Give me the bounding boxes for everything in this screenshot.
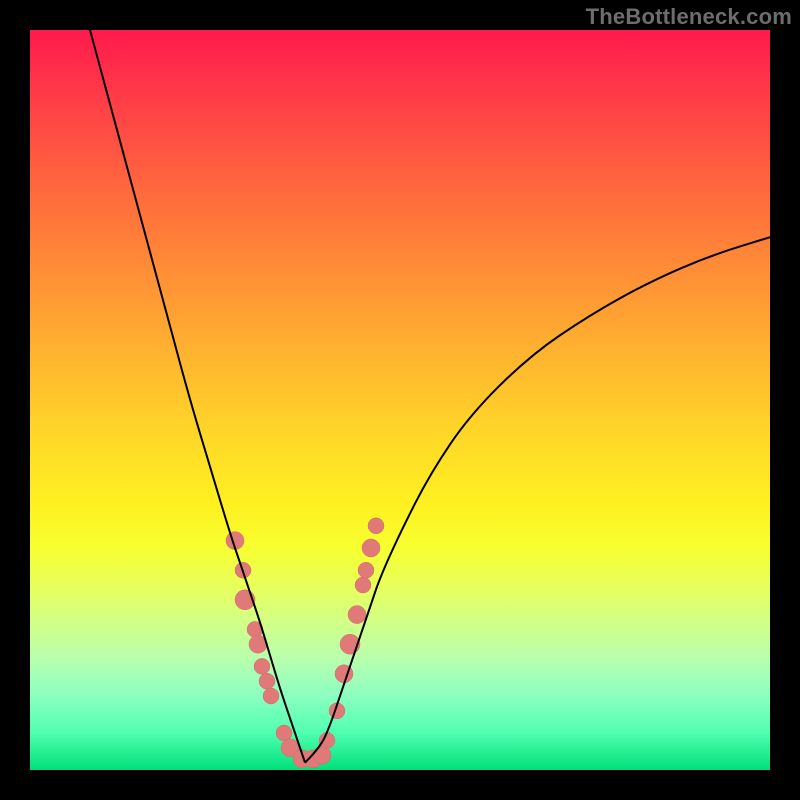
curve-right	[305, 237, 770, 762]
data-point	[263, 688, 279, 704]
data-point	[313, 746, 331, 764]
data-point	[355, 577, 371, 593]
data-point	[348, 606, 366, 624]
data-point	[254, 658, 270, 674]
data-point	[358, 562, 374, 578]
curve-left	[90, 30, 305, 763]
chart-svg	[30, 30, 770, 770]
data-point	[319, 732, 335, 748]
scatter-layer	[226, 518, 384, 768]
data-point	[259, 673, 275, 689]
data-point	[368, 518, 384, 534]
watermark-text: TheBottleneck.com	[586, 4, 792, 30]
data-point	[362, 539, 380, 557]
